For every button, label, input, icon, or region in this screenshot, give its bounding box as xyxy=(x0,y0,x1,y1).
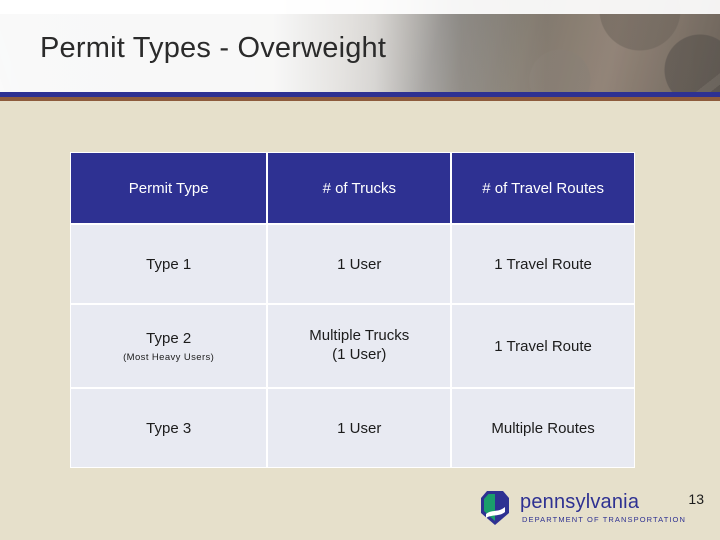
table-row: Type 2 (Most Heavy Users) Multiple Truck… xyxy=(70,304,635,388)
column-header-routes: # of Travel Routes xyxy=(451,152,635,224)
routes-label: 1 Travel Route xyxy=(494,255,592,273)
routes-label: 1 Travel Route xyxy=(494,337,592,355)
table-header-row: Permit Type # of Trucks # of Travel Rout… xyxy=(70,152,635,224)
permit-type-label: Type 1 xyxy=(146,255,192,273)
table-row: Type 3 1 User Multiple Routes xyxy=(70,388,635,468)
keystone-icon xyxy=(481,491,509,525)
routes-label: Multiple Routes xyxy=(491,419,595,437)
trucks-label: Multiple Trucks xyxy=(309,327,410,345)
logo-department-text: DEPARTMENT OF TRANSPORTATION xyxy=(522,515,687,524)
trucks-label-line2: (1 User) xyxy=(332,346,387,363)
trucks-label: 1 User xyxy=(337,255,382,273)
divider-brown xyxy=(0,97,720,101)
permit-types-table: Permit Type # of Trucks # of Travel Rout… xyxy=(70,152,635,468)
cell-permit-type: Type 1 xyxy=(70,224,268,304)
cell-trucks: 1 User xyxy=(267,224,452,304)
cell-trucks: Multiple Trucks (1 User) xyxy=(267,304,452,388)
cell-permit-type: Type 3 xyxy=(70,388,268,468)
table-row: Type 1 1 User 1 Travel Route xyxy=(70,224,635,304)
permit-type-label: Type 2 xyxy=(146,329,192,347)
column-header-permit-type: Permit Type xyxy=(70,152,268,224)
trucks-label: 1 User xyxy=(337,419,382,437)
permit-type-note: (Most Heavy Users) xyxy=(123,351,215,363)
cell-permit-type: Type 2 (Most Heavy Users) xyxy=(70,304,268,388)
cell-trucks: 1 User xyxy=(267,388,452,468)
page-title: Permit Types - Overweight xyxy=(40,32,387,64)
cell-routes: 1 Travel Route xyxy=(451,224,635,304)
header-white-overlay xyxy=(0,0,720,14)
permit-type-label: Type 3 xyxy=(146,419,192,437)
logo-wordmark: pennsylvania xyxy=(520,491,640,513)
cell-routes: Multiple Routes xyxy=(451,388,635,468)
column-header-trucks: # of Trucks xyxy=(267,152,452,224)
penndot-logo: pennsylvania DEPARTMENT OF TRANSPORTATIO… xyxy=(478,489,698,533)
cell-routes: 1 Travel Route xyxy=(451,304,635,388)
